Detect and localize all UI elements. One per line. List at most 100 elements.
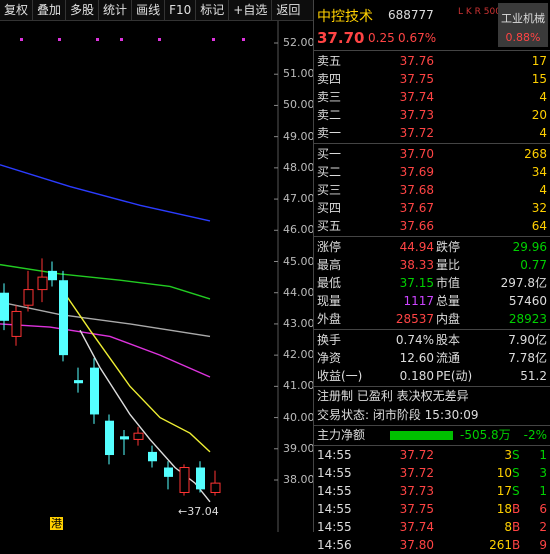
tick-side: S [512, 448, 520, 462]
stats-block: 涨停 44.94 跌停 29.96 最高 38.33 量比 0.77 最低 37… [314, 237, 550, 330]
industry-box[interactable]: 工业机械 0.88% [498, 3, 548, 47]
kline-chart-svg[interactable] [0, 21, 313, 532]
last-price: 37.70 [317, 29, 365, 47]
tick-volume: 18 [496, 502, 512, 516]
y-tick-label: 41.00 [283, 379, 315, 393]
stat-label: 最低 [317, 276, 342, 290]
bid-price: 37.67 [399, 201, 434, 215]
fundamental-value: 0.180 [399, 369, 434, 383]
stat-value: 44.94 [399, 240, 434, 254]
candle-body [148, 451, 157, 462]
signal-dot [158, 38, 161, 41]
stat-label: 最高 [317, 258, 342, 272]
y-tick-label: 40.00 [283, 410, 315, 424]
ask-row: 卖五 37.76 17 [314, 52, 550, 70]
tick-time: 14:55 [317, 466, 352, 480]
tick-price: 37.74 [399, 520, 434, 534]
ask-price: 37.73 [399, 108, 434, 122]
ask-volume: 4 [539, 90, 547, 104]
toolbar-button-fuquan[interactable]: 复权 [0, 0, 34, 20]
fundamental-row: 净资 12.60 流通 7.78亿 [314, 349, 550, 367]
candle-body [59, 280, 68, 356]
kline-chart[interactable]: 52.00 51.00 50.00 49.00 48.00 47.00 46.00 45.00… [0, 21, 315, 532]
stat-value: 1117 [403, 294, 434, 308]
tick-time: 14:55 [317, 484, 352, 498]
signal-dot [212, 38, 215, 41]
stat-row: 现量 1117 总量 57460 [314, 292, 550, 310]
ask-volume: 15 [531, 72, 547, 86]
fundamental-label: 收益(一) [317, 369, 363, 383]
tick-side: S [512, 466, 520, 480]
toolbar-button-draw-line[interactable]: 画线 [132, 0, 166, 20]
toolbar-button-back[interactable]: 返回 [272, 0, 304, 20]
quote-panel: 中控技术 688777 L K R 500 工业机械 0.88% 37.70 0… [314, 0, 550, 552]
tick-count: 3 [539, 466, 547, 480]
ask-label: 卖二 [317, 108, 342, 122]
toolbar-button-multi-stock[interactable]: 多股 [66, 0, 100, 20]
tick-price: 37.75 [399, 502, 434, 516]
stock-code: 688777 [388, 8, 434, 22]
tick-side: S [512, 484, 520, 498]
tick-count: 2 [539, 520, 547, 534]
bid-volume: 32 [531, 201, 547, 215]
price-change-pct: 0.67% [398, 31, 437, 45]
tick-row: 14:55 37.73 17 S 1 [314, 482, 550, 500]
toolbar-button-mark[interactable]: 标记 [196, 0, 230, 20]
stock-name[interactable]: 中控技术 [317, 6, 373, 26]
chart-toolbar: 复权 叠加 多股 统计 画线 F10 标记 +自选 返回 [0, 0, 313, 21]
tick-price: 37.73 [399, 484, 434, 498]
toolbar-button-add-watchlist[interactable]: +自选 [229, 0, 273, 20]
y-tick-label: 51.00 [283, 67, 315, 81]
fundamental-row: 收益(一) 0.180 PE(动) 51.2 [314, 367, 550, 385]
stat-label: 涨停 [317, 240, 342, 254]
tick-time: 14:56 [317, 538, 352, 552]
tick-time: 14:55 [317, 448, 352, 462]
stat-value: 28923 [508, 312, 547, 326]
main-flow-row[interactable]: 主力净额 -505.8万 -2% [314, 426, 550, 446]
y-tick-label: 43.00 [283, 316, 315, 330]
candle-body [105, 420, 114, 456]
tick-time: 14:55 [317, 520, 352, 534]
bid-book: 买一 37.70 268 买二 37.69 34 买三 37.68 4 买四 3… [314, 144, 550, 237]
toolbar-button-f10[interactable]: F10 [165, 0, 197, 20]
fundamental-label: 净资 [317, 351, 342, 365]
y-tick-label: 39.00 [283, 441, 315, 455]
y-tick-label: 42.00 [283, 348, 315, 362]
main-flow-pct: -2% [523, 428, 547, 442]
tick-row: 14:55 37.72 10 S 3 [314, 464, 550, 482]
y-tick-label: 45.00 [283, 254, 315, 268]
ask-volume: 20 [531, 108, 547, 122]
ask-label: 卖四 [317, 72, 342, 86]
toolbar-button-statistics[interactable]: 统计 [99, 0, 133, 20]
main-flow-label: 主力净额 [317, 428, 366, 442]
ask-volume: 17 [531, 54, 547, 68]
stat-value: 28537 [395, 312, 434, 326]
main-flow-bar [390, 431, 453, 440]
y-tick-label: 38.00 [283, 473, 315, 486]
tick-volume: 8 [504, 520, 512, 534]
signal-dot [20, 38, 23, 41]
fundamental-label: 换手 [317, 333, 342, 347]
toolbar-button-overlay[interactable]: 叠加 [33, 0, 67, 20]
signal-dot [120, 38, 123, 41]
stat-label: 内盘 [436, 312, 461, 326]
fundamental-label: 股本 [436, 333, 461, 347]
ask-volume: 4 [539, 126, 547, 140]
ask-label: 卖三 [317, 90, 342, 104]
stat-label: 量比 [436, 258, 461, 272]
y-tick-label: 44.00 [283, 285, 315, 299]
tick-count: 1 [539, 448, 547, 462]
bid-volume: 4 [539, 183, 547, 197]
tick-row: 14:55 37.74 8 B 2 [314, 518, 550, 536]
main-flow-value: -505.8万 [460, 428, 511, 442]
tick-time: 14:55 [317, 502, 352, 516]
stat-value: 29.96 [512, 240, 547, 254]
candle-body [120, 436, 129, 440]
stat-row: 涨停 44.94 跌停 29.96 [314, 238, 550, 256]
candle-body [210, 482, 221, 493]
bid-price: 37.66 [399, 219, 434, 233]
candle-body [74, 380, 83, 384]
stat-value: 57460 [508, 294, 547, 308]
ma-line [59, 286, 211, 453]
bid-label: 买四 [317, 201, 342, 215]
